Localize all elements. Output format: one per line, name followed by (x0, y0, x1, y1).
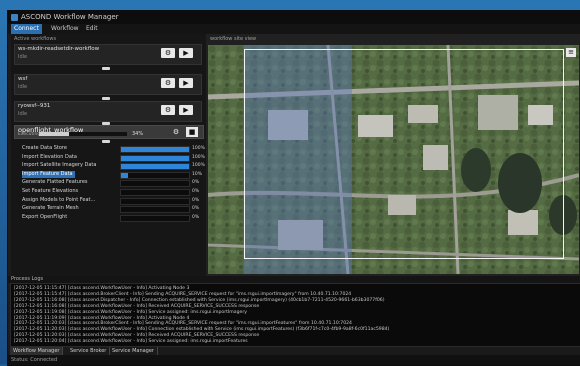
log-line: [2017-12-05 11:15:47] [class ascend.Brok… (14, 291, 352, 297)
play-icon[interactable]: ▶ (179, 78, 193, 88)
settings-icon[interactable]: ⚙ (161, 105, 175, 115)
menu-workflow[interactable]: Workflow (48, 24, 82, 34)
task-label: Export OpenFlight (22, 213, 68, 220)
task-percent: 10% (192, 171, 203, 177)
workflow-panel-header: Active workflows (14, 36, 57, 42)
area-selection-box[interactable] (244, 49, 564, 259)
task-row[interactable]: Import Satellite Imagery Data 100% (22, 162, 205, 171)
workflow-progress-label: 34% (132, 131, 144, 137)
menu-connect[interactable]: Connect (11, 24, 42, 34)
task-progress-bar (120, 146, 190, 153)
play-icon[interactable]: ▶ (179, 105, 193, 115)
task-label: Create Data Store (22, 145, 67, 151)
task-label: Import Elevation Data (22, 153, 77, 160)
satellite-map[interactable]: ≡ (208, 45, 579, 274)
task-percent: 100% (192, 163, 205, 169)
task-progress-bar (120, 206, 190, 214)
workflow-panel: Active workflows ws-mkdir-readsetdir-wor… (11, 34, 206, 276)
tab-service-broker[interactable]: Service Broker (67, 347, 111, 355)
task-progress-bar (120, 163, 190, 171)
settings-icon[interactable]: ⚙ (170, 127, 182, 137)
settings-icon[interactable]: ⚙ (161, 48, 175, 58)
workflow-card[interactable]: wsf Idle ⚙ ▶ (14, 74, 202, 95)
workflow-status: Idle (18, 84, 28, 90)
settings-icon[interactable]: ⚙ (161, 78, 175, 88)
menu-bar: Connect Workflow Edit (8, 24, 580, 34)
task-row[interactable]: Assign Models to Point Feat... 0% (22, 196, 202, 205)
workflow-name: ryowsf--931 (18, 103, 51, 109)
app-window: ASCOND Workflow Manager Connect Workflow… (7, 10, 580, 366)
workflow-progress-bar (39, 132, 127, 136)
log-line: [2017-12-05 11:20:03] [class ascend.Work… (14, 327, 390, 333)
task-label: Import Satellite Imagery Data (22, 162, 97, 169)
task-row[interactable]: Export OpenFlight 0% (22, 213, 202, 222)
workflow-status: Idle (18, 111, 28, 117)
log-line: [2017-12-05 11:20:03] [class ascend.Brok… (14, 321, 352, 327)
task-label: Set Feature Elevations (22, 188, 79, 194)
task-row[interactable]: Generate Flatted Features 0% (22, 179, 202, 188)
window-title: ASCOND Workflow Manager (21, 13, 119, 21)
workflow-status: Idle (18, 54, 28, 60)
workflow-card[interactable]: ryowsf--931 Idle ⚙ ▶ (14, 101, 202, 122)
log-line: [2017-12-05 11:19:09] [class ascend.Work… (14, 315, 190, 321)
tab-service-manager[interactable]: Service Manager (109, 347, 158, 355)
task-label: Generate Terrain Mesh (22, 205, 79, 212)
collapse-caret[interactable] (102, 140, 110, 143)
expand-caret[interactable] (102, 67, 110, 70)
task-row[interactable]: Create Data Store 100% (22, 145, 205, 153)
title-bar: ASCOND Workflow Manager (8, 11, 580, 24)
task-percent: 100% (192, 146, 205, 151)
active-workflow-status: Executing (18, 132, 41, 137)
task-row[interactable]: Generate Terrain Mesh 0% (22, 205, 202, 214)
stop-icon[interactable]: ■ (186, 127, 198, 137)
log-title: Process Logs (11, 276, 44, 282)
layers-icon[interactable]: ≡ (566, 48, 576, 57)
menu-edit[interactable]: Edit (83, 24, 101, 34)
app-icon (11, 14, 18, 21)
bottom-tabs: Workflow Manager Service Broker Service … (8, 347, 580, 355)
task-progress-fill (121, 164, 189, 170)
workflow-name: wsf (18, 76, 28, 82)
log-line: [2017-12-05 11:16:08] [class ascend.Work… (14, 303, 260, 309)
task-percent: 100% (192, 154, 205, 160)
log-line: [2017-12-05 11:15:47] [class ascend.Work… (14, 286, 190, 291)
log-line: [2017-12-05 11:16:08] [class ascend.Disp… (14, 297, 385, 303)
task-progress-bar (120, 214, 190, 222)
map-panel: workflow site view ≡ (206, 34, 580, 276)
tab-workflow-manager[interactable]: Workflow Manager (10, 347, 64, 355)
task-progress-fill (121, 172, 128, 178)
task-percent: 0% (192, 180, 200, 186)
task-progress-bar (120, 189, 190, 196)
workflow-name: ws-mkdir-readsetdir-workflow (18, 46, 100, 52)
workflow-progress-fill (39, 132, 69, 136)
log-panel-title: Process Logs (8, 276, 580, 283)
task-row[interactable]: Import Elevation Data 100% (22, 153, 205, 162)
play-icon[interactable]: ▶ (179, 48, 193, 58)
task-progress-bar (120, 180, 190, 188)
task-label: Import Feature Data (22, 170, 75, 178)
active-workflow-card[interactable]: openflight_workflow Executing 34% ⚙ ■ (14, 125, 204, 139)
task-progress-bar (120, 197, 190, 205)
expand-caret[interactable] (102, 97, 110, 100)
task-percent: 0% (192, 197, 200, 203)
task-row[interactable]: Import Feature Data 10% (22, 170, 203, 179)
task-progress-bar (120, 171, 190, 179)
workflow-card[interactable]: ws-mkdir-readsetdir-workflow Idle ⚙ ▶ (14, 44, 202, 65)
map-header: workflow site view (210, 36, 257, 42)
task-progress-fill (121, 147, 189, 152)
task-percent: 0% (192, 206, 200, 212)
log-line: [2017-12-05 11:20:04] [class ascend.Work… (14, 339, 248, 345)
task-row[interactable]: Set Feature Elevations 0% (22, 188, 202, 196)
task-label: Assign Models to Point Feat... (22, 196, 96, 203)
log-line: [2017-12-05 11:19:08] [class ascend.Work… (14, 309, 247, 315)
task-percent: 0% (192, 189, 200, 194)
task-label: Generate Flatted Features (22, 179, 88, 186)
process-log[interactable]: [2017-12-05 11:15:47] [class ascend.Work… (10, 283, 580, 347)
task-progress-bar (120, 154, 190, 162)
task-progress-fill (121, 155, 189, 161)
task-percent: 0% (192, 214, 200, 220)
log-line: [2017-12-05 11:20:03] [class ascend.Work… (14, 333, 260, 339)
